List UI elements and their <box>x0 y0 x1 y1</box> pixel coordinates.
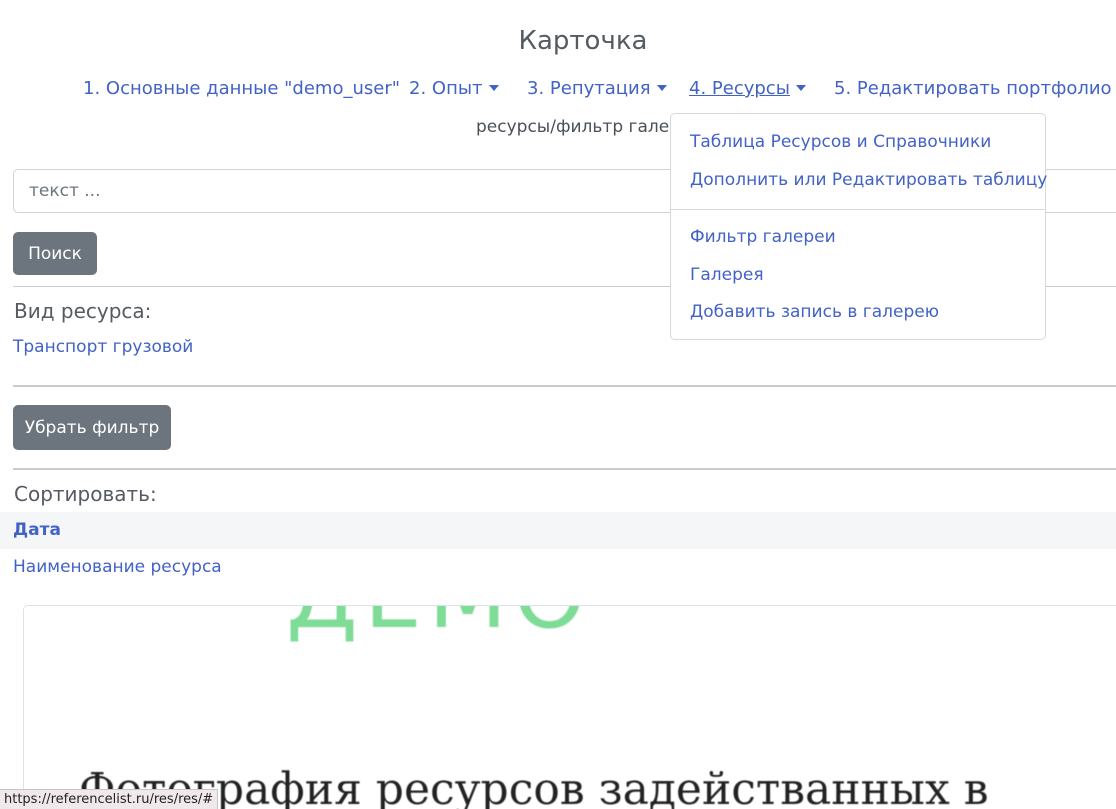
nav-label-reputation: 3. Репутация <box>527 78 651 99</box>
sort-label: Сортировать: <box>14 482 157 506</box>
nav-label-experience: 2. Опыт <box>409 78 483 99</box>
sort-active-highlight <box>0 512 1116 549</box>
dropdown-item-gallery[interactable]: Галерея <box>690 265 764 285</box>
page-title: Карточка <box>518 26 648 56</box>
caret-down-icon <box>795 85 806 91</box>
sort-option-resource-name[interactable]: Наименование ресурса <box>13 557 222 577</box>
nav-label-basic-data: 1. Основные данные "demo_user" <box>83 78 401 99</box>
dropdown-divider <box>671 209 1045 210</box>
sort-option-date[interactable]: Дата <box>13 520 61 540</box>
caret-down-icon <box>488 85 499 91</box>
breadcrumb: ресурсы/фильтр галереи <box>476 117 702 137</box>
dropdown-item-resource-table[interactable]: Таблица Ресурсов и Справочники <box>690 132 991 152</box>
nav-item-edit-portfolio[interactable]: 5. Редактировать портфолио <box>834 78 1112 99</box>
nav-item-resources[interactable]: 4. Ресурсы <box>689 78 806 99</box>
resource-type-label: Вид ресурса: <box>14 299 152 323</box>
nav-item-basic-data[interactable]: 1. Основные данные "demo_user" <box>83 78 400 99</box>
card-image-watermark: ДЕМО <box>286 606 592 649</box>
nav-item-reputation[interactable]: 3. Репутация <box>527 78 667 99</box>
clear-filter-button[interactable]: Убрать фильтр <box>13 405 171 450</box>
status-bar-url: https://referencelist.ru/res/res/# <box>0 789 219 809</box>
resources-dropdown-menu: Таблица Ресурсов и Справочники Дополнить… <box>670 113 1047 340</box>
divider <box>13 468 1116 470</box>
nav-item-experience[interactable]: 2. Опыт <box>409 78 499 99</box>
dropdown-item-gallery-filter[interactable]: Фильтр галереи <box>690 227 836 247</box>
caret-down-icon <box>656 85 667 91</box>
dropdown-item-add-gallery-entry[interactable]: Добавить запись в галерею <box>690 302 939 322</box>
main-nav: 1. Основные данные "demo_user" 2. Опыт 3… <box>0 78 1116 102</box>
nav-label-edit-portfolio: 5. Редактировать портфолио <box>834 78 1112 99</box>
page-root: Карточка 1. Основные данные "demo_user" … <box>0 0 1116 809</box>
divider <box>13 385 1116 387</box>
resource-type-link[interactable]: Транспорт грузовой <box>13 337 193 357</box>
search-button[interactable]: Поиск <box>13 232 97 275</box>
dropdown-item-edit-table[interactable]: Дополнить или Редактировать таблицу <box>690 170 1047 190</box>
gallery-card[interactable]: ДЕМО Фотография ресурсов задействанных в <box>23 605 1116 809</box>
nav-label-resources: 4. Ресурсы <box>689 78 790 99</box>
